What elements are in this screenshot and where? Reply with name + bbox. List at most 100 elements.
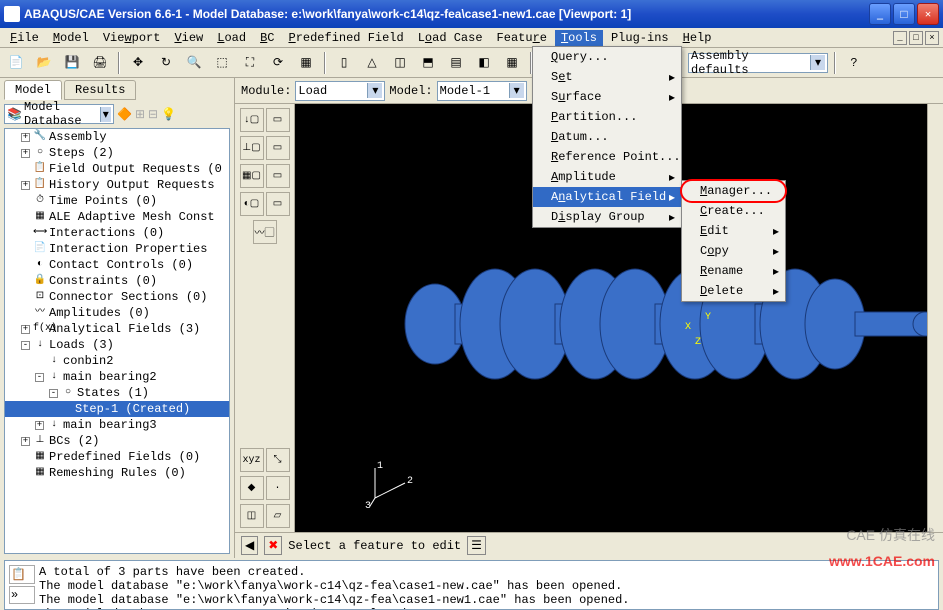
- view7-icon[interactable]: ▦: [500, 51, 524, 75]
- render-combo[interactable]: Assembly defaults▾: [688, 53, 828, 73]
- model-tree[interactable]: +🔧Assembly+○Steps (2)📋Field Output Reque…: [4, 128, 230, 554]
- tools-menu-item[interactable]: Display Group▸: [533, 207, 681, 227]
- expand-toggle-icon[interactable]: +: [21, 437, 30, 446]
- module-combo[interactable]: Load▾: [295, 81, 385, 101]
- bc-create-icon[interactable]: ⊥▢: [240, 136, 264, 160]
- mdi-close-button[interactable]: ×: [925, 31, 939, 45]
- tree-item[interactable]: 📋Field Output Requests (0: [5, 161, 229, 177]
- bulb-icon[interactable]: 💡: [161, 107, 176, 122]
- view5-icon[interactable]: ▤: [444, 51, 468, 75]
- tree-item[interactable]: +🔧Assembly: [5, 129, 229, 145]
- tree-item[interactable]: -○States (1): [5, 385, 229, 401]
- filter-icon[interactable]: 🔶: [117, 107, 132, 122]
- tree-item[interactable]: ↓conbin2: [5, 353, 229, 369]
- tree-item[interactable]: ◐Contact Controls (0): [5, 257, 229, 273]
- menu-plugins[interactable]: Plug-ins: [605, 30, 675, 46]
- tree-scope-combo[interactable]: 📚Model Database▾: [4, 104, 114, 124]
- expand-toggle-icon[interactable]: +: [35, 421, 44, 430]
- print-icon[interactable]: 🖨: [88, 51, 112, 75]
- prompt-back-icon[interactable]: ◀: [241, 536, 258, 555]
- tree-item[interactable]: Step-1 (Created): [5, 401, 229, 417]
- view4-icon[interactable]: ⬒: [416, 51, 440, 75]
- tools-menu-item[interactable]: Reference Point...: [533, 147, 681, 167]
- model-combo[interactable]: Model-1▾: [437, 81, 527, 101]
- expand-toggle-icon[interactable]: +: [21, 181, 30, 190]
- menu-viewport[interactable]: Viewport: [97, 30, 167, 46]
- expand-toggle-icon[interactable]: -: [35, 373, 44, 382]
- expand-toggle-icon[interactable]: -: [21, 341, 30, 350]
- tree-item[interactable]: +↓main bearing3: [5, 417, 229, 433]
- tree-item[interactable]: ▦Predefined Fields (0): [5, 449, 229, 465]
- tools-menu-item[interactable]: Analytical Field▸: [533, 187, 681, 207]
- submenu-item[interactable]: Create...: [682, 201, 785, 221]
- partition-icon[interactable]: ◫: [240, 504, 264, 528]
- tools-menu-item[interactable]: Partition...: [533, 107, 681, 127]
- view1-icon[interactable]: ▯: [332, 51, 356, 75]
- expand-toggle-icon[interactable]: +: [21, 149, 30, 158]
- pan-icon[interactable]: ✥: [126, 51, 150, 75]
- datum-icon[interactable]: ◆: [240, 476, 264, 500]
- tree-item[interactable]: +⊥BCs (2): [5, 433, 229, 449]
- load-manager-icon[interactable]: ▭: [266, 108, 290, 132]
- expand-toggle-icon[interactable]: +: [21, 325, 30, 334]
- menu-load[interactable]: Load: [211, 30, 252, 46]
- save-icon[interactable]: 💾: [60, 51, 84, 75]
- message-cli-icon[interactable]: »: [9, 586, 35, 604]
- menu-tools[interactable]: Tools: [555, 30, 603, 46]
- rotate-icon[interactable]: ↻: [154, 51, 178, 75]
- menu-file[interactable]: File: [4, 30, 45, 46]
- cycle-icon[interactable]: ⟳: [266, 51, 290, 75]
- point-icon[interactable]: ·: [266, 476, 290, 500]
- tree-item[interactable]: ⏱Time Points (0): [5, 193, 229, 209]
- submenu-item[interactable]: Copy▸: [682, 241, 785, 261]
- tools-menu-item[interactable]: Datum...: [533, 127, 681, 147]
- menu-view[interactable]: View: [168, 30, 209, 46]
- field-manager-icon[interactable]: ▭: [266, 164, 290, 188]
- expand-toggle-icon[interactable]: -: [49, 389, 58, 398]
- zoom-icon[interactable]: 🔍: [182, 51, 206, 75]
- menu-load-case[interactable]: Load Case: [412, 30, 489, 46]
- maximize-button[interactable]: □: [893, 3, 915, 25]
- tree-item[interactable]: 〰Amplitudes (0): [5, 305, 229, 321]
- zoom-box-icon[interactable]: ⬚: [210, 51, 234, 75]
- tree-item[interactable]: -↓main bearing2: [5, 369, 229, 385]
- mdi-minimize-button[interactable]: _: [893, 31, 907, 45]
- tools-menu-item[interactable]: Set▸: [533, 67, 681, 87]
- tree-item[interactable]: 🔒Constraints (0): [5, 273, 229, 289]
- tree-item[interactable]: ▦ALE Adaptive Mesh Const: [5, 209, 229, 225]
- tab-results[interactable]: Results: [64, 80, 136, 100]
- menu-model[interactable]: Model: [47, 30, 95, 46]
- load-create-icon[interactable]: ↓▢: [240, 108, 264, 132]
- tree-item[interactable]: ⊡Connector Sections (0): [5, 289, 229, 305]
- close-button[interactable]: ×: [917, 3, 939, 25]
- tools-menu-item[interactable]: Amplitude▸: [533, 167, 681, 187]
- collapse-icon[interactable]: ⊟: [148, 107, 158, 122]
- tree-item[interactable]: ▦Remeshing Rules (0): [5, 465, 229, 481]
- tree-item[interactable]: +📋History Output Requests: [5, 177, 229, 193]
- submenu-item[interactable]: Edit▸: [682, 221, 785, 241]
- view2-icon[interactable]: △: [360, 51, 384, 75]
- amp-create-icon[interactable]: 〰▢: [253, 220, 277, 244]
- expand-icon[interactable]: ⊞: [135, 107, 145, 122]
- case-manager-icon[interactable]: ▭: [266, 192, 290, 216]
- tools-menu-item[interactable]: Query...: [533, 47, 681, 67]
- prompt-cancel-icon[interactable]: ✖: [264, 536, 282, 555]
- bc-manager-icon[interactable]: ▭: [266, 136, 290, 160]
- menu-help[interactable]: Help: [677, 30, 718, 46]
- view6-icon[interactable]: ◧: [472, 51, 496, 75]
- tab-model[interactable]: Model: [4, 80, 62, 100]
- submenu-item[interactable]: Delete▸: [682, 281, 785, 301]
- help-icon[interactable]: ?: [842, 51, 866, 75]
- viewport-scrollbar[interactable]: [927, 104, 943, 532]
- mdi-restore-button[interactable]: □: [909, 31, 923, 45]
- menu-bc[interactable]: BC: [254, 30, 280, 46]
- minimize-button[interactable]: _: [869, 3, 891, 25]
- axes-icon[interactable]: ⤡: [266, 448, 290, 472]
- grid-icon[interactable]: ▦: [294, 51, 318, 75]
- case-create-icon[interactable]: ◐▢: [240, 192, 264, 216]
- submenu-item[interactable]: Manager...: [682, 181, 785, 201]
- message-filter-icon[interactable]: 📋: [9, 565, 35, 584]
- menu-predefined-field[interactable]: Predefined Field: [282, 30, 409, 46]
- new-icon[interactable]: 📄: [4, 51, 28, 75]
- tree-item[interactable]: -↓Loads (3): [5, 337, 229, 353]
